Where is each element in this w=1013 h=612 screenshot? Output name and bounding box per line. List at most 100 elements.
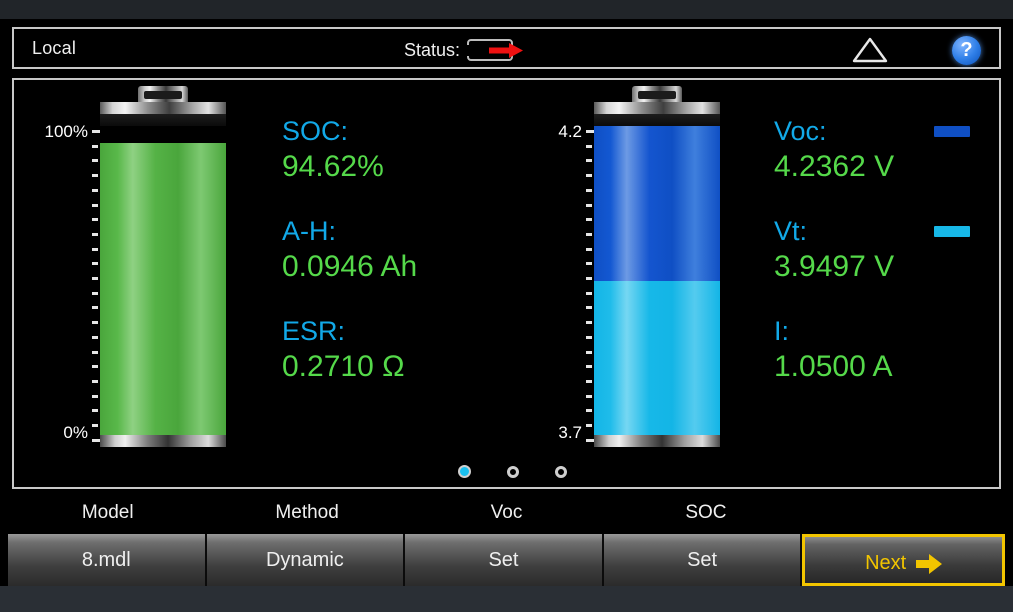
axis-tick bbox=[586, 145, 592, 148]
readout-ah: A-H: 0.0946 Ah bbox=[282, 214, 512, 286]
axis-tick bbox=[92, 306, 98, 309]
axis-tick bbox=[92, 204, 98, 207]
voc-legend-swatch bbox=[934, 126, 970, 137]
axis-tick bbox=[92, 248, 98, 251]
softkey-button-1[interactable]: 8.mdl bbox=[8, 534, 207, 586]
axis-tick bbox=[586, 380, 592, 383]
left-bezel-edge bbox=[0, 19, 8, 586]
bottom-bezel-strip bbox=[0, 586, 1013, 612]
readout-esr-label: ESR: bbox=[282, 314, 512, 348]
axis-tick bbox=[586, 262, 592, 265]
axis-tick bbox=[586, 351, 592, 354]
soc-fill-level bbox=[100, 143, 226, 435]
soc-axis-min-label: 0% bbox=[16, 423, 88, 443]
axis-tick bbox=[92, 159, 98, 162]
vt-level-band bbox=[594, 281, 720, 435]
instrument-screen: Local Status: ? 100% 0% bbox=[0, 0, 1013, 612]
softkey-button-5[interactable]: Next bbox=[802, 534, 1005, 586]
help-question-icon[interactable]: ? bbox=[952, 36, 981, 65]
axis-tick bbox=[92, 145, 98, 148]
battery-inner-rim bbox=[100, 114, 226, 126]
softkey-label-4: SOC bbox=[606, 492, 805, 534]
axis-tick bbox=[92, 189, 98, 192]
readout-current-label: I: bbox=[774, 314, 1013, 348]
softkey-button-text: Dynamic bbox=[266, 549, 344, 571]
softkey-button-3[interactable]: Set bbox=[405, 534, 604, 586]
axis-tick bbox=[92, 409, 98, 412]
axis-tick bbox=[92, 292, 98, 295]
softkey-label-row: ModelMethodVocSOC bbox=[8, 492, 1005, 534]
softkey-button-text: Set bbox=[488, 549, 518, 571]
axis-tick bbox=[586, 248, 592, 251]
axis-tick bbox=[92, 336, 98, 339]
axis-tick bbox=[586, 409, 592, 412]
axis-tick bbox=[586, 189, 592, 192]
control-mode-label[interactable]: Local bbox=[32, 38, 76, 59]
readout-voc-label: Voc: bbox=[774, 114, 1013, 148]
axis-tick bbox=[92, 351, 98, 354]
readout-vt-value: 3.9497 V bbox=[774, 248, 1013, 286]
readout-voc-value: 4.2362 V bbox=[774, 148, 1013, 186]
battery-base-rim bbox=[100, 435, 226, 447]
axis-tick bbox=[586, 424, 592, 427]
softkey-label-3: Voc bbox=[407, 492, 606, 534]
softkey-button-text: 8.mdl bbox=[82, 549, 131, 571]
axis-tick bbox=[92, 277, 98, 280]
soc-battery-body bbox=[100, 126, 226, 435]
page-dot-3[interactable] bbox=[555, 466, 567, 478]
axis-tick bbox=[586, 159, 592, 162]
axis-tick bbox=[92, 262, 98, 265]
axis-tick bbox=[586, 321, 592, 324]
readout-voc: Voc: 4.2362 V bbox=[774, 114, 1013, 186]
readout-ah-label: A-H: bbox=[282, 214, 512, 248]
axis-tick bbox=[586, 292, 592, 295]
softkey-button-text: Next bbox=[865, 552, 906, 574]
page-indicator[interactable] bbox=[458, 465, 567, 478]
readout-esr-value: 0.2710 Ω bbox=[282, 348, 512, 386]
axis-tick bbox=[92, 174, 98, 177]
axis-tick bbox=[92, 365, 98, 368]
axis-tick bbox=[586, 365, 592, 368]
top-bezel-strip bbox=[0, 0, 1013, 19]
status-indicator-group: Status: bbox=[404, 38, 525, 62]
readout-vt: Vt: 3.9497 V bbox=[774, 214, 1013, 286]
battery-notch-icon bbox=[464, 45, 469, 56]
axis-tick bbox=[586, 174, 592, 177]
page-dot-2[interactable] bbox=[507, 466, 519, 478]
softkey-label-2: Method bbox=[207, 492, 406, 534]
next-arrow-icon bbox=[916, 554, 942, 574]
axis-tick bbox=[92, 321, 98, 324]
battery-inner-rim bbox=[594, 114, 720, 126]
vt-legend-swatch bbox=[934, 226, 970, 237]
voltage-readout-panel: Voc: 4.2362 V Vt: 3.9497 V I: 1.0500 A bbox=[774, 114, 1013, 398]
softkey-button-text: Set bbox=[687, 549, 717, 571]
main-display-frame: 100% 0% SOC: 94.62% A-H: 0.0946 Ah bbox=[12, 78, 1001, 489]
voltage-axis-ticks bbox=[586, 130, 592, 442]
soc-axis-ticks bbox=[92, 130, 98, 442]
voltage-battery-body bbox=[594, 126, 720, 435]
softkey-button-4[interactable]: Set bbox=[604, 534, 803, 586]
axis-tick bbox=[586, 336, 592, 339]
axis-tick bbox=[586, 277, 592, 280]
softkey-button-2[interactable]: Dynamic bbox=[207, 534, 406, 586]
readout-soc-label: SOC: bbox=[282, 114, 512, 148]
battery-base-rim bbox=[594, 435, 720, 447]
voltage-axis-min-label: 3.7 bbox=[514, 423, 582, 443]
axis-tick bbox=[586, 204, 592, 207]
readout-soc-value: 94.62% bbox=[282, 148, 512, 186]
axis-tick bbox=[92, 218, 98, 221]
discharge-arrow-icon bbox=[489, 43, 523, 58]
status-bar: Local Status: ? bbox=[12, 27, 1001, 69]
axis-tick bbox=[586, 306, 592, 309]
voltage-axis-max-label: 4.2 bbox=[514, 122, 582, 142]
axis-tick bbox=[92, 424, 98, 427]
status-text-label: Status: bbox=[404, 40, 460, 61]
axis-tick bbox=[586, 218, 592, 221]
page-dot-1[interactable] bbox=[458, 465, 471, 478]
warning-triangle-icon[interactable] bbox=[852, 37, 888, 63]
readout-current: I: 1.0500 A bbox=[774, 314, 1013, 386]
axis-tick bbox=[586, 233, 592, 236]
readout-current-value: 1.0500 A bbox=[774, 348, 1013, 386]
readout-vt-label: Vt: bbox=[774, 214, 1013, 248]
battery-discharging-icon bbox=[467, 38, 525, 62]
